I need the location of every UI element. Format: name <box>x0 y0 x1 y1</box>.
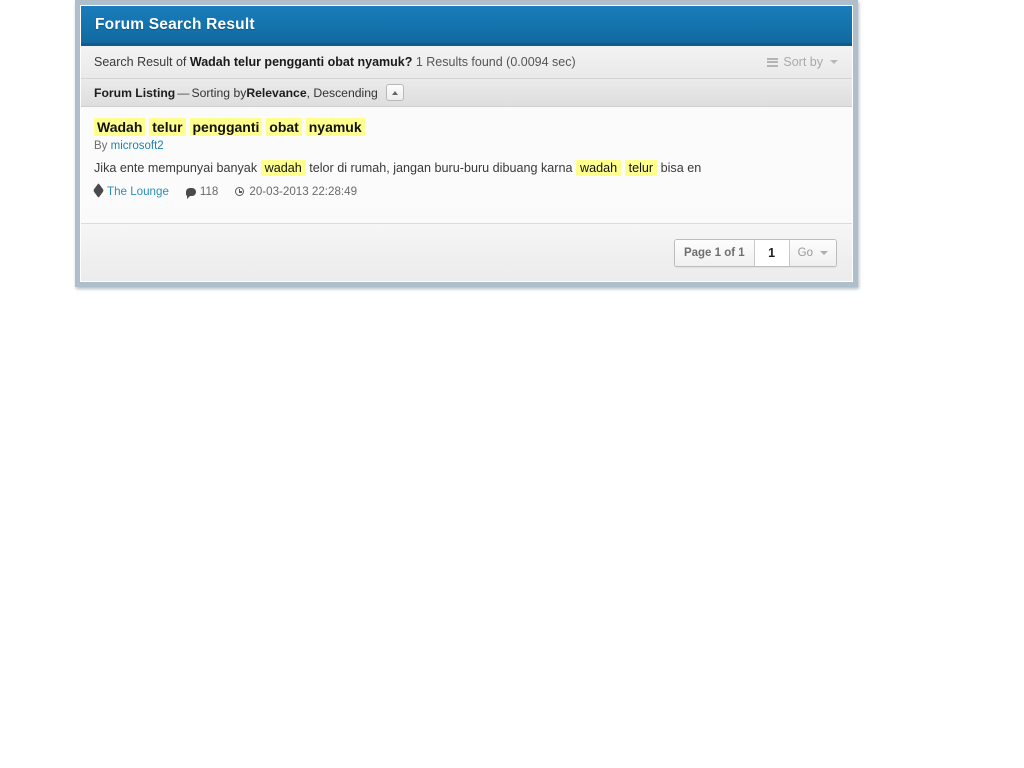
panel-titlebar: Forum Search Result <box>81 6 852 46</box>
page-indicator-label: Page 1 of 1 <box>674 239 755 266</box>
result-author-line: By microsoft2 <box>94 140 839 152</box>
result-forum-link[interactable]: The Lounge <box>107 185 169 198</box>
page-number-input[interactable]: 1 <box>754 239 790 266</box>
result-replies-count: 118 <box>199 185 219 198</box>
comment-icon <box>185 187 196 199</box>
sort-by-button[interactable]: Sort by <box>767 55 838 69</box>
search-results-count: 1 Results found (0.0094 sec) <box>412 55 576 69</box>
tag-icon <box>93 183 104 198</box>
chevron-up-icon <box>391 90 398 95</box>
collapse-listing-button[interactable] <box>385 84 404 101</box>
text-run <box>186 119 190 135</box>
forum-listing-bar: Forum Listing — Sorting by Relevance, De… <box>81 79 852 107</box>
search-summary-bar: Search Result of Wadah telur pengganti o… <box>81 46 852 79</box>
listing-sort-field: Relevance <box>246 85 307 100</box>
search-results-list: Wadah telur pengganti obat nyamuk By mic… <box>81 107 852 208</box>
search-summary-text: Search Result of Wadah telur pengganti o… <box>94 55 767 69</box>
highlight-term: telur <box>149 118 186 136</box>
list-icon <box>767 57 779 67</box>
result-by-label: By <box>94 140 111 152</box>
text-run: Jika ente mempunyai banyak <box>94 161 261 175</box>
go-button[interactable]: Go <box>789 239 836 266</box>
text-run: bisa en <box>657 161 702 175</box>
highlight-term: telur <box>624 160 658 176</box>
highlight-term: pengganti <box>189 118 263 136</box>
search-summary-prefix: Search Result of <box>94 55 190 69</box>
result-date-text: 20-03-2013 22:28:49 <box>249 185 358 198</box>
go-button-label: Go <box>797 246 813 259</box>
result-date: 20-03-2013 22:28:49 <box>235 185 357 198</box>
listing-sort-direction: , Descending <box>306 85 378 100</box>
result-author-link[interactable]: microsoft2 <box>111 140 164 152</box>
listing-sorting-prefix: Sorting by <box>191 85 247 100</box>
highlight-term: nyamuk <box>305 118 365 136</box>
list-item: Wadah telur pengganti obat nyamuk By mic… <box>93 118 839 199</box>
highlight-term: obat <box>266 118 302 136</box>
listing-dash: — <box>177 85 190 100</box>
forum-search-panel-frame: Forum Search Result Search Result of Wad… <box>75 0 858 287</box>
result-replies: 118 <box>185 185 219 199</box>
result-meta-row: The Lounge 118 20-03-2013 22:28:49 <box>93 183 839 199</box>
sort-by-label: Sort by <box>783 55 823 69</box>
highlight-term: wadah <box>575 160 622 176</box>
highlight-term: wadah <box>260 160 306 176</box>
text-run: telor di rumah, jangan buru-buru dibuang… <box>305 161 576 175</box>
pagination-bar: Page 1 of 1 1 Go <box>81 223 852 281</box>
result-snippet: Jika ente mempunyai banyak wadah telor d… <box>94 159 839 177</box>
result-forum: The Lounge <box>93 183 169 198</box>
chevron-down-icon <box>820 250 828 255</box>
forum-listing-heading: Forum Listing <box>94 85 176 100</box>
page-title: Forum Search Result <box>95 15 255 33</box>
highlight-term: Wadah <box>94 118 146 136</box>
clock-icon <box>235 187 245 196</box>
chevron-down-icon <box>830 60 838 64</box>
forum-search-panel: Forum Search Result Search Result of Wad… <box>80 5 853 282</box>
search-query-text: Wadah telur pengganti obat nyamuk? <box>189 55 413 69</box>
result-title[interactable]: Wadah telur pengganti obat nyamuk <box>94 118 839 137</box>
pagination-control: Page 1 of 1 1 Go <box>673 238 837 267</box>
